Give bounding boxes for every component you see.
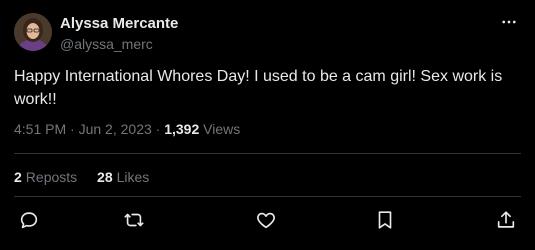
- tweet-text: Happy International Whores Day! I used t…: [14, 68, 503, 108]
- like-button[interactable]: [255, 209, 279, 233]
- tweet-date[interactable]: Jun 2, 2023: [79, 121, 152, 137]
- likes-stat[interactable]: 28 Likes: [97, 169, 149, 185]
- share-button[interactable]: [495, 209, 519, 233]
- action-bar: [0, 205, 535, 237]
- tweet-card: Alyssa Mercante @alyssa_merc Happy Inter…: [0, 0, 535, 250]
- heart-icon: [255, 209, 279, 231]
- reposts-label: Reposts: [25, 169, 78, 185]
- more-options-button[interactable]: [495, 10, 523, 38]
- share-icon: [495, 209, 519, 231]
- meta-separator: ·: [155, 121, 161, 137]
- bookmark-button[interactable]: [374, 209, 398, 233]
- views-label: Views: [203, 121, 241, 137]
- author-handle[interactable]: @alyssa_merc: [60, 36, 153, 52]
- reposts-count: 2: [14, 169, 22, 185]
- bookmark-icon: [374, 209, 398, 231]
- avatar[interactable]: [14, 13, 52, 51]
- more-horizontal-icon: [500, 13, 518, 36]
- tweet-time[interactable]: 4:51 PM: [14, 121, 66, 137]
- tweet-meta: 4:51 PM · Jun 2, 2023 · 1,392 Views: [14, 121, 240, 137]
- author-name[interactable]: Alyssa Mercante: [60, 15, 178, 32]
- views-count: 1,392: [164, 121, 200, 137]
- divider: [14, 196, 521, 197]
- reply-button[interactable]: [18, 209, 42, 233]
- repost-button[interactable]: [123, 209, 147, 233]
- reply-icon: [18, 209, 42, 231]
- repost-icon: [123, 209, 147, 231]
- divider: [14, 153, 521, 154]
- meta-separator: ·: [70, 121, 75, 137]
- engagement-stats: 2 Reposts 28 Likes: [14, 169, 165, 185]
- likes-label: Likes: [116, 169, 150, 185]
- reposts-stat[interactable]: 2 Reposts: [14, 169, 77, 185]
- likes-count: 28: [97, 169, 113, 185]
